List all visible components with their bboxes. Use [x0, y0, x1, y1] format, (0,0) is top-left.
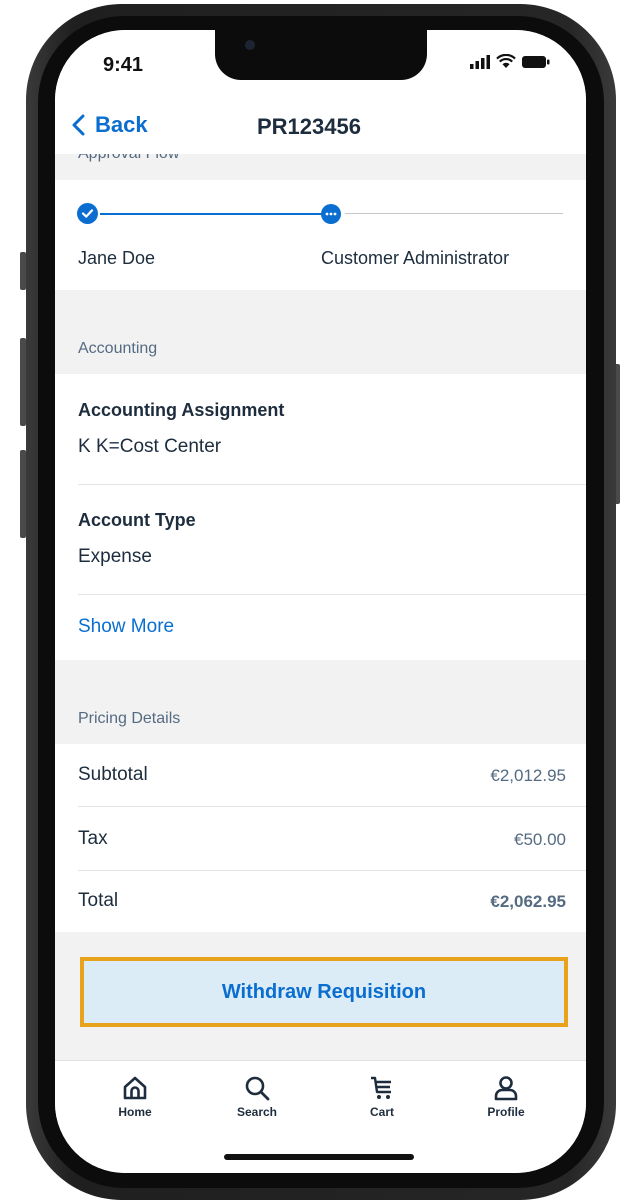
tab-cart[interactable]: Cart — [342, 1075, 422, 1119]
pricing-row-value: €2,012.95 — [490, 766, 566, 785]
divider — [78, 806, 586, 807]
home-indicator — [224, 1154, 414, 1160]
status-icons — [470, 54, 550, 69]
withdraw-requisition-button[interactable]: Withdraw Requisition — [80, 957, 568, 1027]
front-camera — [245, 40, 255, 50]
divider — [78, 870, 586, 871]
tab-home[interactable]: Home — [95, 1075, 175, 1119]
divider — [78, 594, 586, 595]
accounting-header-label: Accounting — [78, 340, 158, 357]
wifi-icon — [496, 54, 516, 68]
pricing-row-label: Tax — [78, 828, 108, 849]
home-icon — [123, 1076, 147, 1100]
accounting-header: Accounting — [55, 290, 586, 374]
status-bar: 9:41 — [55, 30, 586, 102]
page-title: PR123456 — [257, 114, 361, 139]
pricing-details-header-label: Pricing Details — [78, 710, 181, 727]
approval-flow-header: Approval Flow — [55, 154, 586, 180]
pricing-row-label: Subtotal — [78, 764, 148, 785]
phone-notch — [215, 30, 427, 80]
pricing-row-label: Total — [78, 890, 119, 911]
field-label: Account Type — [78, 510, 196, 530]
navigation-bar: Back PR123456 — [55, 102, 586, 154]
status-time: 9:41 — [103, 54, 144, 76]
withdraw-requisition-label: Withdraw Requisition — [221, 980, 427, 1003]
approver-name: Jane Doe — [78, 248, 156, 268]
field-value: K K=Cost Center — [78, 436, 222, 457]
back-button[interactable]: Back — [69, 112, 148, 138]
step-in-progress-icon — [321, 204, 341, 224]
accounting-card: Accounting Assignment K K=Cost Center Ac… — [55, 374, 586, 660]
tab-label: Profile — [487, 1105, 525, 1119]
show-more-link[interactable]: Show More — [78, 616, 174, 638]
back-label: Back — [95, 112, 148, 137]
cellular-signal-icon — [470, 54, 490, 69]
cart-icon — [371, 1076, 391, 1099]
tab-search[interactable]: Search — [217, 1075, 297, 1119]
step-completed-icon — [77, 203, 98, 224]
battery-icon — [522, 55, 550, 68]
approval-line-pending — [345, 213, 563, 214]
checkmark-icon — [81, 209, 94, 218]
chevron-left-icon — [72, 114, 85, 136]
approver-name: Customer Administrator — [321, 248, 510, 268]
pricing-total-value: €2,062.95 — [490, 892, 566, 911]
search-icon — [245, 1076, 270, 1101]
field-value: Expense — [78, 546, 152, 567]
tab-profile[interactable]: Profile — [466, 1075, 546, 1119]
pricing-details-card: Subtotal €2,012.95 Tax €50.00 Total €2,0… — [55, 744, 586, 932]
pricing-row-value: €50.00 — [514, 830, 566, 849]
field-label: Accounting Assignment — [78, 400, 285, 420]
tab-label: Home — [118, 1105, 152, 1119]
approval-flow-card: Jane Doe Customer Administrator — [55, 180, 586, 290]
ellipsis-icon — [325, 212, 337, 216]
tab-label: Search — [236, 1105, 278, 1119]
divider — [78, 484, 586, 485]
pricing-details-header: Pricing Details — [55, 660, 586, 744]
approval-flow-header-label: Approval Flow — [78, 154, 179, 163]
app-screen: 9:41 Back PR123456 Jane Doe Customer Adm… — [55, 30, 586, 1173]
profile-icon — [494, 1076, 518, 1101]
tab-label: Cart — [369, 1105, 394, 1119]
approval-line-completed — [100, 213, 322, 215]
